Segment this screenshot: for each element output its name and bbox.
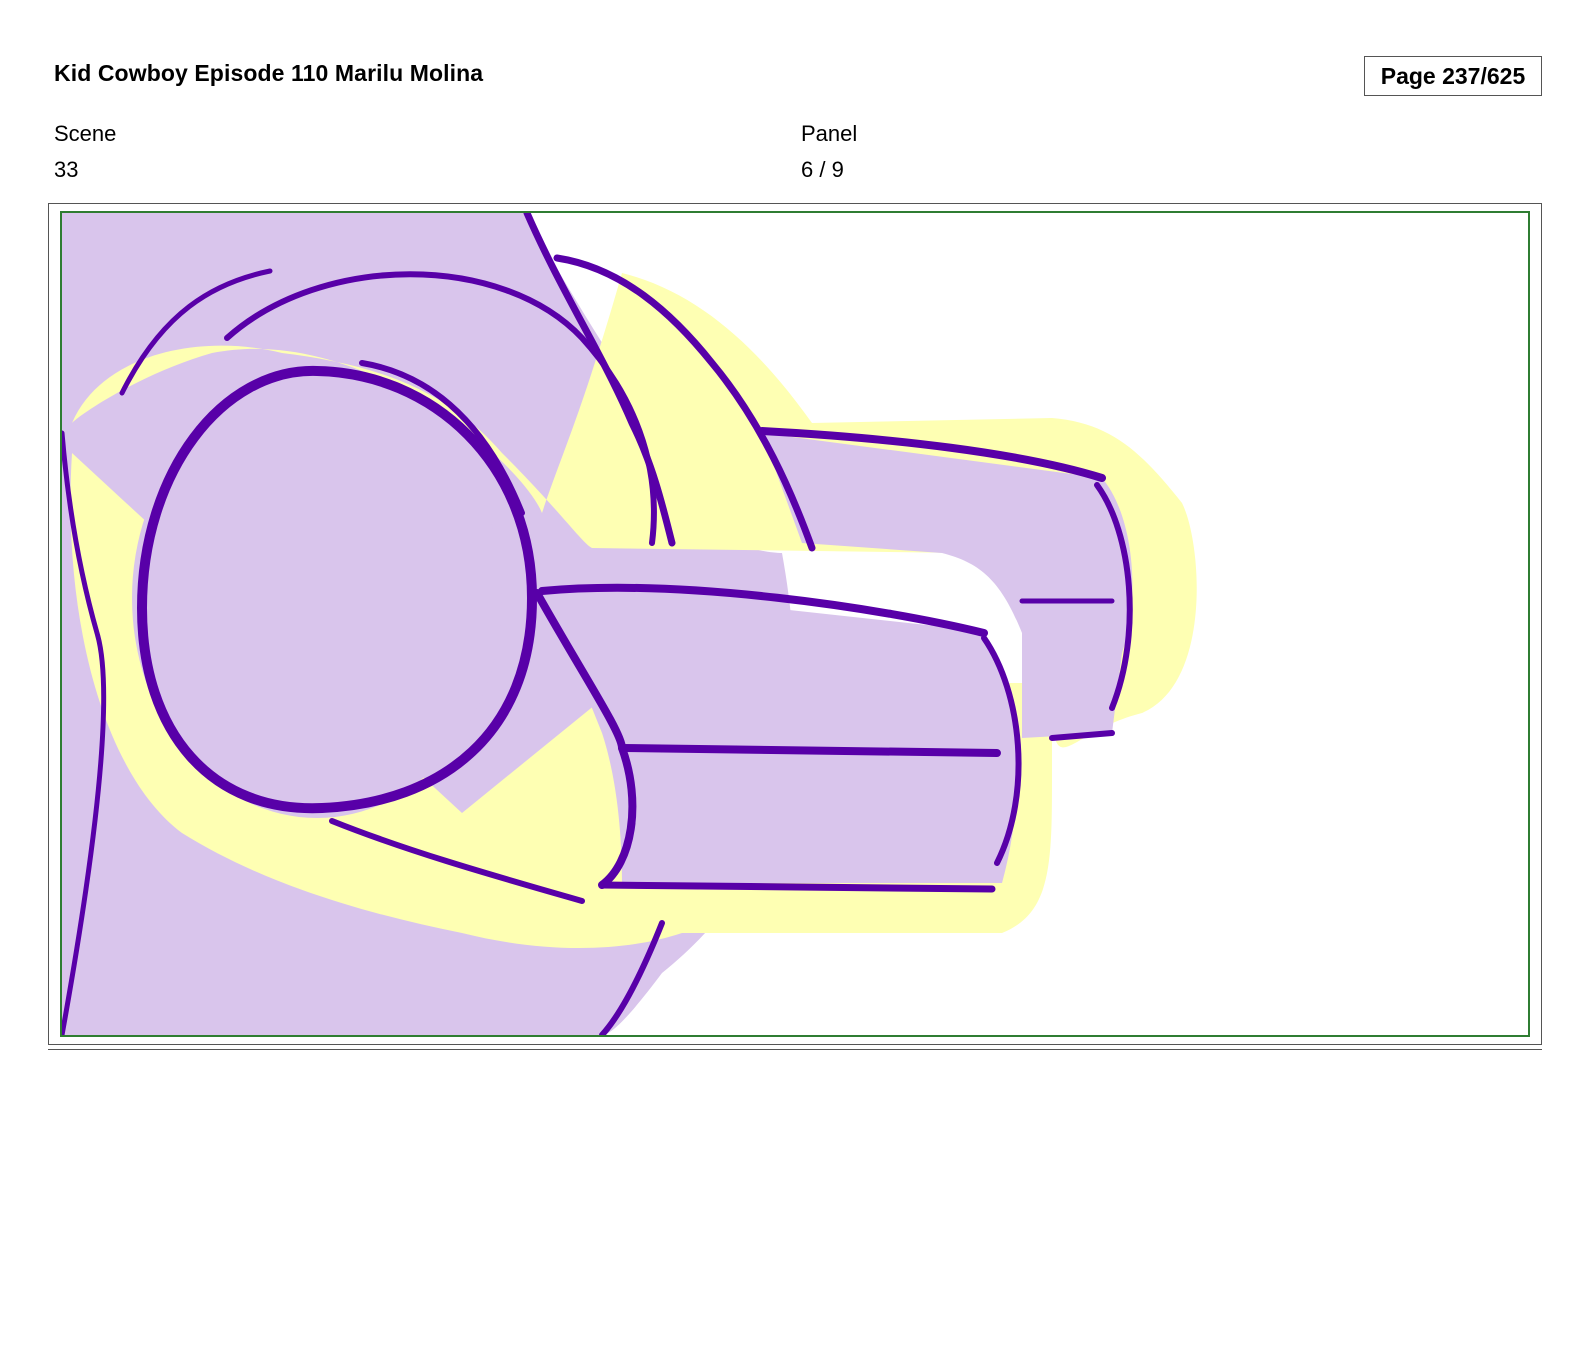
sketch-illustration — [62, 213, 1197, 1035]
panel-label: Panel — [801, 121, 858, 146]
panel-number: 6 / 9 — [801, 157, 844, 182]
front-cylinder-bottom — [598, 881, 996, 893]
page-counter: Page 237/625 — [1364, 56, 1542, 96]
document-title: Kid Cowboy Episode 110 Marilu Molina — [54, 60, 484, 86]
storyboard-panel-drawing — [60, 211, 1530, 1037]
panel-divider — [48, 1049, 1542, 1050]
storyboard-panel-frame — [48, 203, 1542, 1045]
front-cylinder-mid — [618, 744, 1001, 757]
scene-label: Scene — [54, 121, 117, 146]
scene-number: 33 — [54, 157, 79, 182]
